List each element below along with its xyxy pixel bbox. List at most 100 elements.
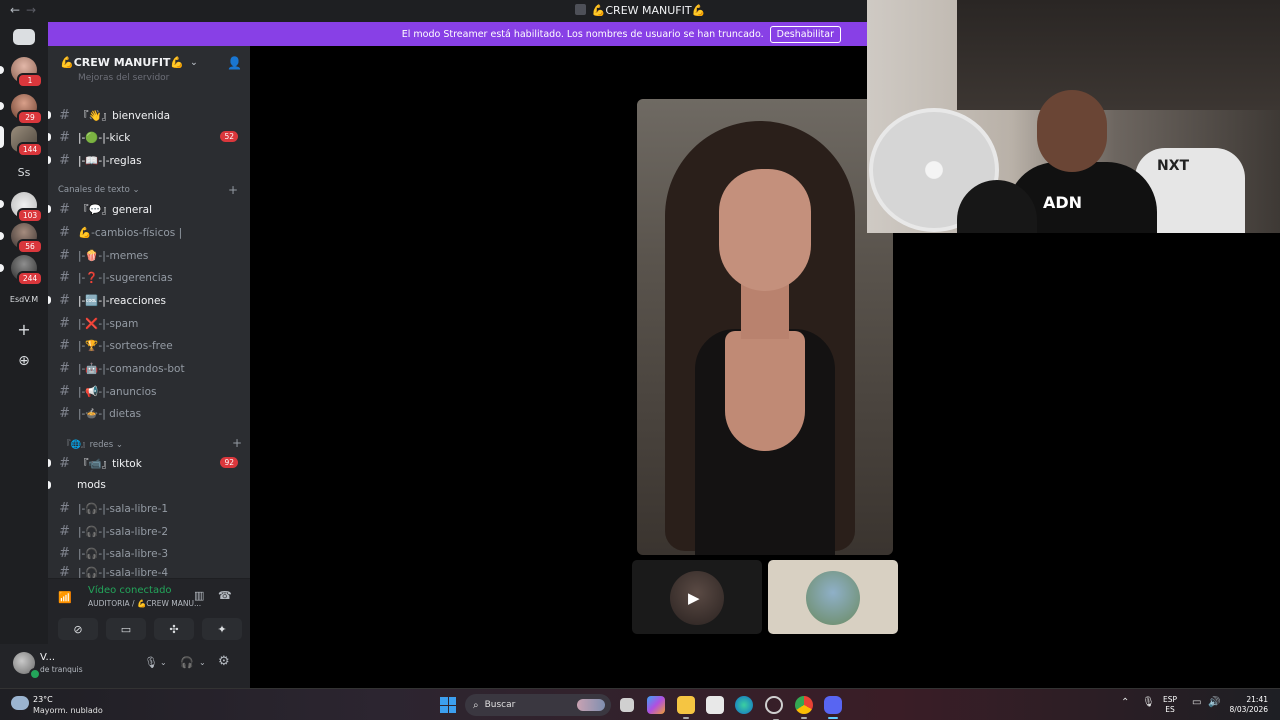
participant-tile-1[interactable]: ▶ (632, 560, 762, 634)
unread-pip (0, 102, 4, 110)
discord-home-icon[interactable] (13, 29, 35, 45)
edge-icon[interactable] (735, 696, 753, 714)
add-server-icon[interactable]: + (0, 320, 48, 339)
activities-icon[interactable]: ✣ (154, 618, 194, 640)
guild-name: 💪CREW MANUFIT💪 (60, 56, 185, 69)
explore-servers-icon[interactable]: ⊕ (0, 353, 48, 369)
store-icon[interactable] (706, 696, 724, 714)
server-icon-5[interactable]: 103 (11, 192, 43, 223)
voice-status[interactable]: Vídeo conectado (88, 585, 172, 596)
noise-suppression-icon[interactable]: ▥ (194, 589, 204, 602)
channel-item[interactable]: # |-🍿-|-memes (48, 245, 250, 265)
add-channel-icon[interactable]: + (232, 436, 242, 450)
channel-item[interactable]: # |-🍲-| dietas (48, 403, 250, 423)
channel-item[interactable]: # 『💬』general (48, 199, 250, 219)
channel-name: |-🟢-|-kick (78, 131, 131, 144)
mention-badge: 92 (220, 457, 238, 468)
channel-item[interactable]: # 『📹』tiktok 92 (48, 453, 250, 473)
add-channel-icon[interactable]: + (228, 183, 238, 197)
channel-item[interactable]: # |-🎧-|-sala-libre-4 (48, 566, 250, 578)
soundboard-icon[interactable]: ✦ (202, 618, 242, 640)
search-icon: ⌕ (473, 699, 479, 711)
windows-start-icon[interactable] (440, 697, 456, 713)
chevron-down-icon[interactable]: ⌄ (199, 658, 206, 667)
hash-icon: # (59, 360, 70, 376)
server-icon-6[interactable]: 56 (11, 223, 43, 254)
unread-pip (0, 200, 4, 208)
server-icon-2[interactable]: 29 (11, 94, 43, 125)
task-view-icon[interactable] (620, 698, 634, 712)
chevron-down-icon[interactable]: ⌄ (160, 658, 167, 667)
server-badge: 144 (17, 142, 43, 157)
microphone-icon[interactable]: 🎙 (144, 656, 158, 669)
microphone-icon[interactable]: 🎙 (1142, 697, 1155, 708)
server-icon-crew-manufit[interactable]: 144 (11, 126, 43, 157)
server-icon-7[interactable]: 244 (11, 255, 43, 286)
main-video-stream[interactable] (637, 99, 893, 555)
unread-pip (0, 232, 4, 240)
copilot-icon[interactable] (647, 696, 665, 714)
disconnect-icon[interactable]: ☎ (218, 589, 232, 602)
participant-tile-2[interactable] (768, 560, 898, 634)
username[interactable]: V... (40, 652, 55, 663)
server-icon-esdvm[interactable]: EsdV.M (0, 295, 48, 304)
file-explorer-icon[interactable] (677, 696, 695, 719)
screen-share-icon[interactable]: ▭ (106, 618, 146, 640)
camera-off-icon[interactable]: ⊘ (58, 618, 98, 640)
channel-item[interactable]: # |-❓-|-sugerencias (48, 267, 250, 287)
settings-gear-icon[interactable]: ⚙ (218, 654, 230, 669)
boost-hint[interactable]: Mejoras del servidor (78, 73, 169, 83)
channel-item[interactable]: # |-🤖-|-comandos-bot (48, 358, 250, 378)
voice-location[interactable]: AUDITORIA / 💪CREW MANU... (88, 599, 201, 608)
channel-item[interactable]: # |-🎧-|-sala-libre-3 (48, 543, 250, 563)
hash-icon: # (59, 523, 70, 539)
channel-item[interactable]: # |-🎧-|-sala-libre-1 (48, 498, 250, 518)
channel-item[interactable]: # |-🆒-|-reacciones (48, 290, 250, 310)
running-indicator (801, 717, 807, 719)
channel-name: 『📹』tiktok (78, 457, 142, 470)
hash-icon: # (59, 292, 70, 308)
headphones-icon[interactable]: 🎧 (180, 656, 194, 669)
channel-item[interactable]: # |-🟢-|-kick 52 (48, 127, 250, 147)
channel-name: |-📖-|-reglas (78, 154, 142, 167)
back-arrow-icon[interactable]: ← (10, 3, 20, 17)
chrome-icon[interactable] (795, 696, 813, 719)
channel-item[interactable]: # |-🎧-|-sala-libre-2 (48, 521, 250, 541)
category-redes[interactable]: 『🌐』redes ⌄ + (62, 436, 252, 450)
channel-name: 『💬』general (78, 203, 152, 216)
active-indicator (828, 717, 838, 719)
steam-icon[interactable] (765, 696, 783, 720)
server-icon-1[interactable]: 1 (11, 57, 43, 88)
signal-icon[interactable]: 📶 (58, 591, 72, 604)
category-text-channels[interactable]: Canales de texto ⌄ + (58, 183, 248, 197)
language-indicator[interactable]: ESP ES (1163, 695, 1177, 715)
cloud-icon[interactable] (11, 696, 29, 710)
discord-icon[interactable] (824, 696, 842, 719)
hash-icon: # (59, 315, 70, 331)
server-badge: 56 (17, 239, 43, 254)
channel-item[interactable]: # |-❌-|-spam (48, 313, 250, 333)
title-bar: ← → (0, 0, 867, 22)
channel-name: 💪-cambios-físicos | (78, 226, 183, 239)
taskbar-search[interactable]: ⌕ Buscar (465, 694, 611, 716)
server-badge: 103 (17, 208, 43, 223)
channel-item[interactable]: # 💪-cambios-físicos | (48, 222, 250, 242)
banner-message: El modo Streamer está habilitado. Los no… (401, 28, 764, 40)
channel-item[interactable]: # |-🏆-|-sorteos-free (48, 335, 250, 355)
channel-item[interactable]: # |-📢-|-anuncios (48, 381, 250, 401)
weather-description[interactable]: Mayorm. nublado (33, 706, 103, 715)
server-icon-ss[interactable]: Ss (0, 166, 48, 179)
channel-item[interactable]: # |-📖-|-reglas (48, 150, 250, 170)
forward-arrow-icon[interactable]: → (26, 3, 36, 17)
invite-user-icon[interactable]: 👤 (227, 56, 242, 70)
chevron-down-icon: ⌄ (115, 440, 124, 450)
weather-temp[interactable]: 23°C (33, 695, 53, 704)
category-mods[interactable]: #mods (48, 475, 250, 495)
chevron-up-icon[interactable]: ⌃ (1121, 697, 1129, 708)
hash-icon: # (59, 500, 70, 516)
disable-streamer-button[interactable]: Deshabilitar (769, 25, 841, 43)
network-icon[interactable]: ▭ (1192, 697, 1201, 708)
taskbar-clock[interactable]: 21:41 8/03/2026 (1226, 695, 1268, 715)
channel-item[interactable]: # 『👋』bienvenida (48, 105, 250, 125)
volume-icon[interactable]: 🔊 (1208, 697, 1220, 708)
